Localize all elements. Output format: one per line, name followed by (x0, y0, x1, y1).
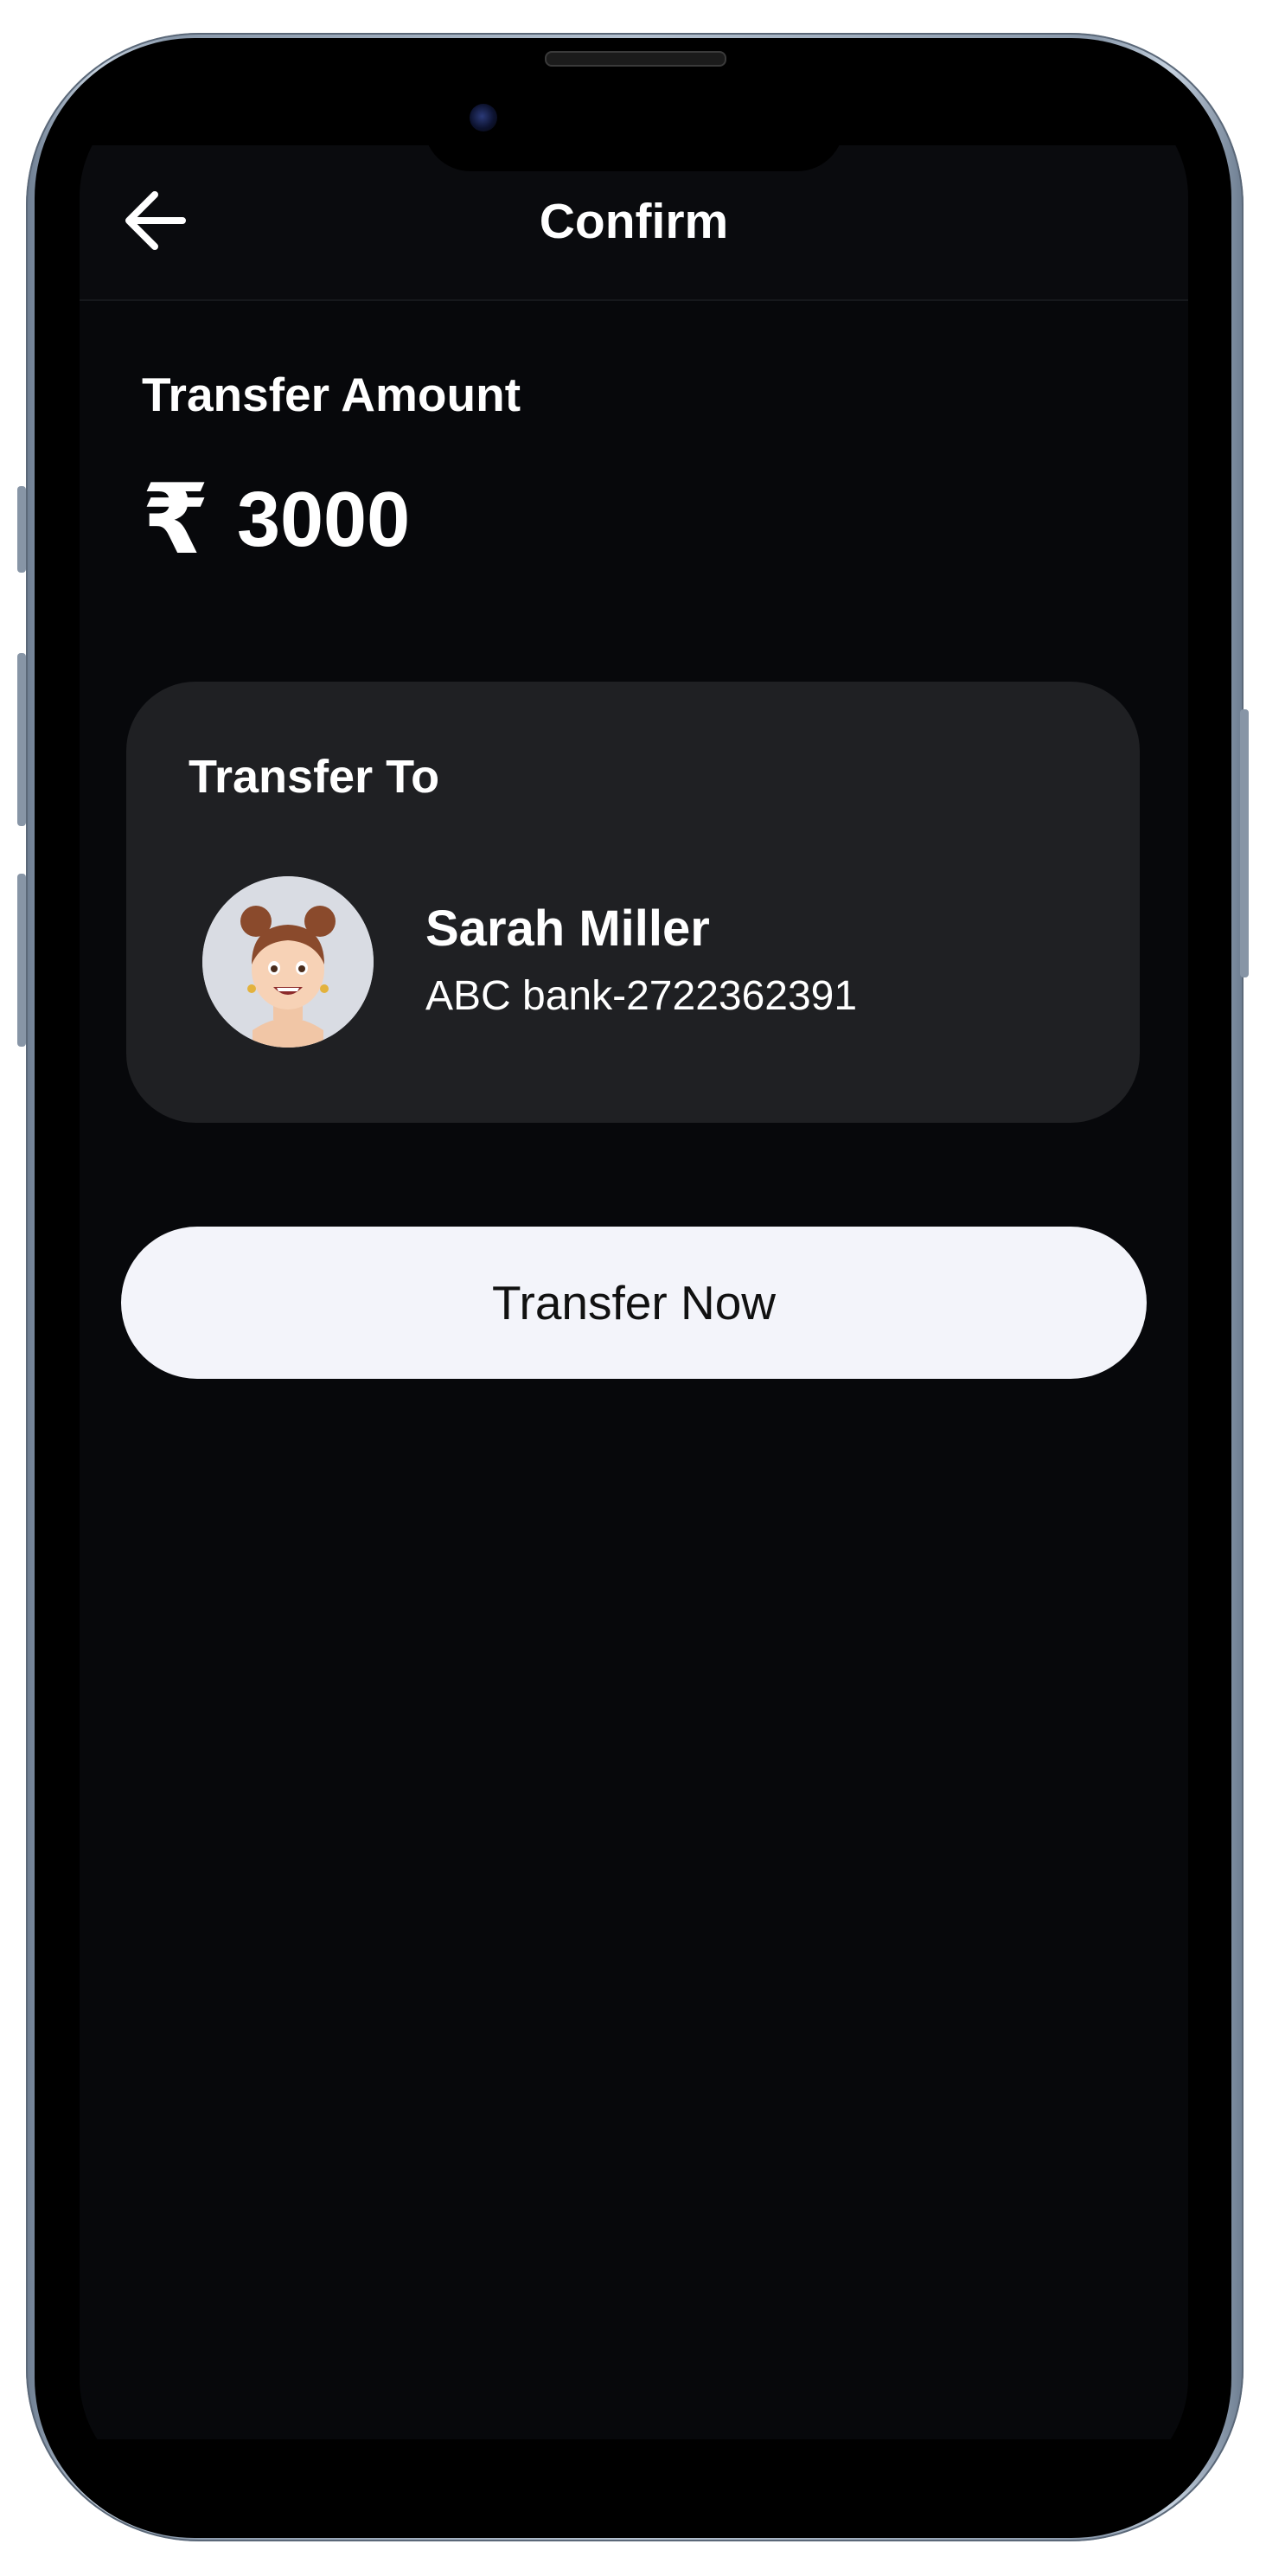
volume-down-button (17, 874, 26, 1047)
earpiece-speaker (545, 51, 726, 67)
recipient-account: ABC bank-2722362391 (425, 973, 858, 1019)
mute-switch (17, 486, 26, 573)
phone-screen: Confirm Transfer Amount ₹ 3000 Transfer … (80, 85, 1188, 2491)
transfer-now-button[interactable]: Transfer Now (121, 1227, 1147, 1379)
volume-up-button (17, 653, 26, 826)
home-indicator-area (80, 2439, 1188, 2491)
memoji-avatar-icon (202, 876, 374, 1048)
transfer-now-label: Transfer Now (491, 1276, 777, 1330)
transfer-to-label: Transfer To (189, 751, 440, 803)
page-title: Confirm (539, 194, 729, 249)
power-button (1240, 709, 1249, 977)
recipient-avatar (202, 876, 374, 1048)
rupee-icon: ₹ (142, 465, 209, 574)
front-camera (470, 104, 497, 131)
transfer-amount-label: Transfer Amount (142, 368, 521, 421)
recipient-card: Transfer To Sarah Miller ABC bank-272236… (126, 682, 1140, 1123)
recipient-name: Sarah Miller (425, 900, 710, 957)
amount-display: ₹ 3000 (142, 465, 411, 574)
amount-value: 3000 (236, 477, 411, 563)
